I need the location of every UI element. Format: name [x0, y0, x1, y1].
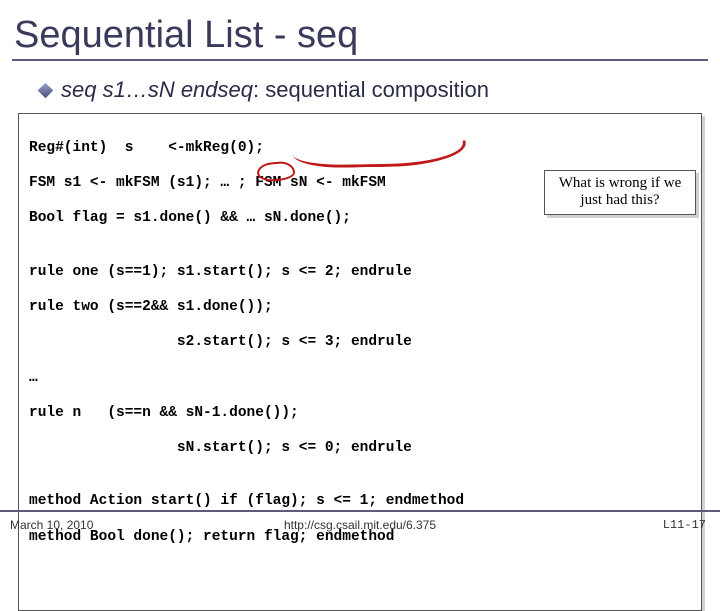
code-line: rule n (s==n && sN-1.done()); — [29, 405, 691, 423]
code-line: s2.start(); s <= 3; endrule — [29, 334, 691, 352]
callout-box: What is wrong if we just had this? — [544, 170, 696, 215]
title-rule — [12, 59, 708, 61]
footer-url: http://csg.csail.mit.edu/6.375 — [0, 518, 720, 532]
slide-title: Sequential List - seq — [0, 0, 720, 59]
code-line: rule two (s==2&& s1.done()); — [29, 299, 691, 317]
bullet-italics: seq s1…sN endseq — [61, 77, 253, 102]
bullet-text: seq s1…sN endseq: sequential composition — [61, 77, 489, 103]
code-line: sN.start(); s <= 0; endrule — [29, 440, 691, 458]
bullet-line: seq s1…sN endseq: sequential composition — [40, 77, 720, 103]
code-line: rule one (s==1); s1.start(); s <= 2; end… — [29, 264, 691, 282]
code-line: … — [29, 370, 691, 388]
diamond-bullet-icon — [38, 82, 54, 98]
code-line: method Action start() if (flag); s <= 1;… — [29, 493, 691, 511]
footer-slide-number: L11-17 — [663, 518, 706, 532]
footer-rule — [0, 510, 720, 512]
code-line: Reg#(int) s <-mkReg(0); — [29, 140, 691, 158]
bullet-rest: : sequential composition — [253, 77, 489, 102]
